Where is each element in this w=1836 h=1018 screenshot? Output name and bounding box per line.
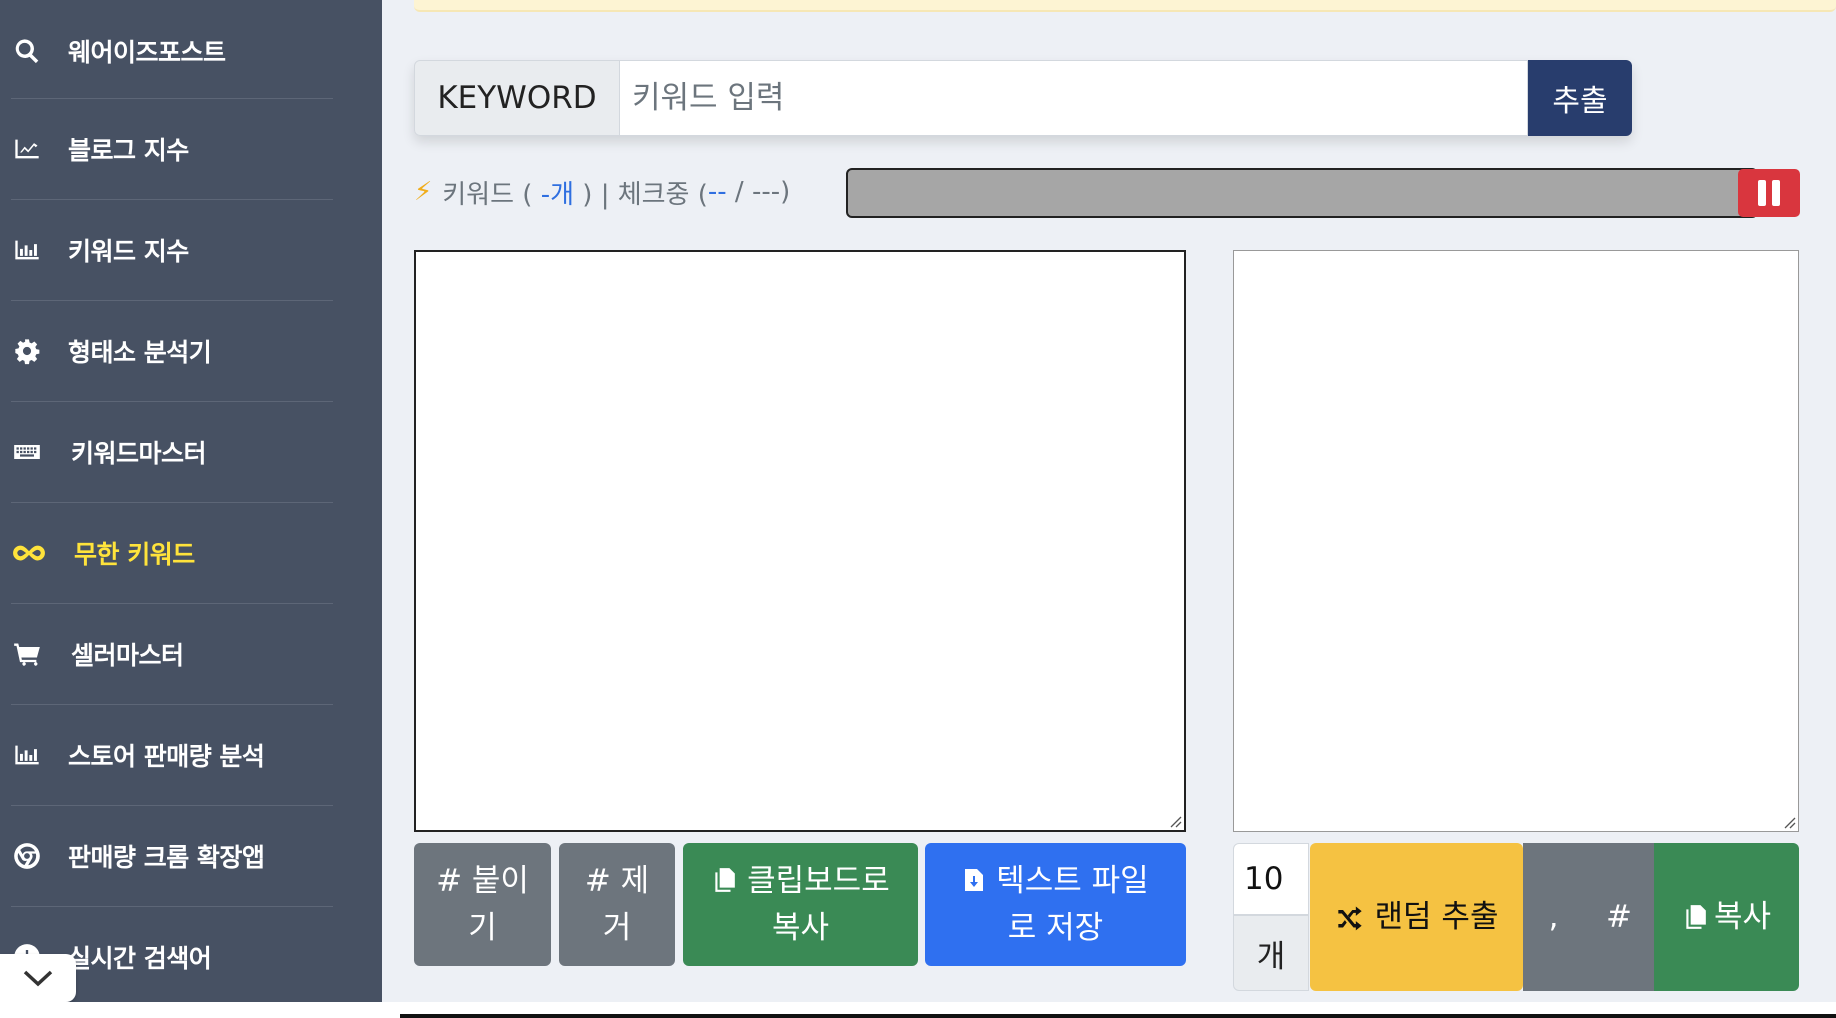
shuffle-icon [1337, 906, 1362, 931]
sidebar-item-whereispost[interactable]: 웨어이즈포스트 [0, 0, 382, 101]
save-text-file-label: 텍스트 파일로 저장 [996, 863, 1149, 946]
copy-clipboard-label: 클립보드로 복사 [747, 863, 890, 946]
chevron-down-icon [23, 970, 53, 987]
bar-chart-icon [11, 739, 43, 771]
random-extract-button[interactable]: 랜덤 추출 [1310, 843, 1523, 991]
chrome-icon [11, 840, 43, 872]
sidebar-item-label: 웨어이즈포스트 [68, 37, 226, 67]
sidebar-item-label: 실시간 검색어 [68, 943, 212, 973]
copy-icon [1686, 905, 1706, 929]
sidebar-item-morpheme-analyzer[interactable]: 형태소 분석기 [0, 300, 382, 401]
alert-banner [414, 0, 1836, 12]
copy-random-label: 복사 [1713, 898, 1772, 935]
sidebar-item-seller-master[interactable]: 셀러마스터 [0, 603, 382, 704]
extract-button[interactable]: 추출 [1528, 60, 1632, 136]
resize-grip-icon[interactable] [1166, 812, 1182, 828]
sidebar-item-keyword-index[interactable]: 키워드 지수 [0, 199, 382, 300]
sidebar-item-keyword-master[interactable]: 키워드마스터 [0, 401, 382, 502]
status-keyword-label: 키워드 ( [442, 179, 533, 210]
pause-button[interactable] [1738, 169, 1800, 217]
keyword-prefix-label: KEYWORD [414, 60, 620, 136]
gear-icon [11, 335, 43, 367]
status-close: ) [780, 177, 791, 207]
bolt-icon: ⚡ [414, 177, 433, 207]
keyword-result-textarea[interactable] [414, 250, 1186, 832]
keyword-input[interactable] [620, 60, 1528, 136]
main-content: KEYWORD 추출 ⚡ 키워드 ( -개 ) | 체크중 (-- / ---)… [382, 0, 1836, 1002]
status-middle: ) | 체크중 ( [582, 179, 708, 210]
attach-hash-button[interactable]: # 붙이기 [414, 843, 551, 966]
pause-icon [1758, 180, 1766, 206]
sidebar-item-label: 블로그 지수 [68, 135, 189, 165]
status-keyword-count: -개 [540, 179, 575, 210]
line-chart-icon [11, 133, 43, 165]
sidebar-item-label: 형태소 분석기 [68, 337, 212, 367]
copy-clipboard-button[interactable]: 클립보드로 복사 [683, 843, 918, 966]
count-input[interactable]: 10 [1233, 843, 1309, 915]
keyword-search-group: KEYWORD 추출 [414, 60, 1632, 136]
hash-separator-button[interactable]: # [1584, 843, 1654, 991]
infinity-icon [11, 537, 47, 569]
random-result-textarea[interactable] [1233, 250, 1799, 832]
bottom-strip [0, 1002, 1836, 1018]
search-icon [11, 35, 43, 67]
sidebar-item-blog-index[interactable]: 블로그 지수 [0, 98, 382, 199]
sidebar-item-store-sales[interactable]: 스토어 판매량 분석 [0, 704, 382, 805]
sidebar-item-chrome-extension[interactable]: 판매량 크롬 확장앱 [0, 805, 382, 906]
status-total: --- [751, 177, 781, 207]
status-slash: / [734, 177, 744, 207]
random-extract-label: 랜덤 추출 [1374, 898, 1499, 935]
cart-icon [11, 638, 43, 670]
sidebar-item-label: 키워드 지수 [68, 236, 189, 266]
copy-icon [715, 868, 736, 892]
save-text-file-button[interactable]: 텍스트 파일로 저장 [925, 843, 1186, 966]
bar-chart-icon [11, 234, 43, 266]
resize-grip-icon[interactable] [1780, 813, 1796, 829]
keyboard-icon [11, 436, 43, 468]
sidebar-item-label: 키워드마스터 [71, 438, 207, 468]
sidebar: 웨어이즈포스트 블로그 지수 키워드 지수 형태소 분석기 키워드마스터 무한 … [0, 0, 382, 1002]
file-download-icon [965, 869, 984, 891]
progress-bar [846, 168, 1758, 218]
status-line: ⚡ 키워드 ( -개 ) | 체크중 (-- / ---) [414, 172, 790, 212]
sidebar-item-label: 판매량 크롬 확장앱 [68, 842, 265, 872]
sidebar-item-label: 무한 키워드 [74, 539, 195, 569]
collapse-button[interactable] [0, 954, 76, 1002]
sidebar-item-label: 셀러마스터 [71, 640, 184, 670]
remove-hash-button[interactable]: # 제거 [559, 843, 675, 966]
copy-random-button[interactable]: 복사 [1654, 843, 1799, 991]
status-checked: -- [707, 177, 727, 207]
count-unit-label: 개 [1233, 915, 1309, 991]
sidebar-item-infinite-keyword[interactable]: 무한 키워드 [0, 502, 382, 603]
sidebar-item-label: 스토어 판매량 분석 [68, 741, 265, 771]
comma-separator-button[interactable]: , [1523, 843, 1584, 991]
